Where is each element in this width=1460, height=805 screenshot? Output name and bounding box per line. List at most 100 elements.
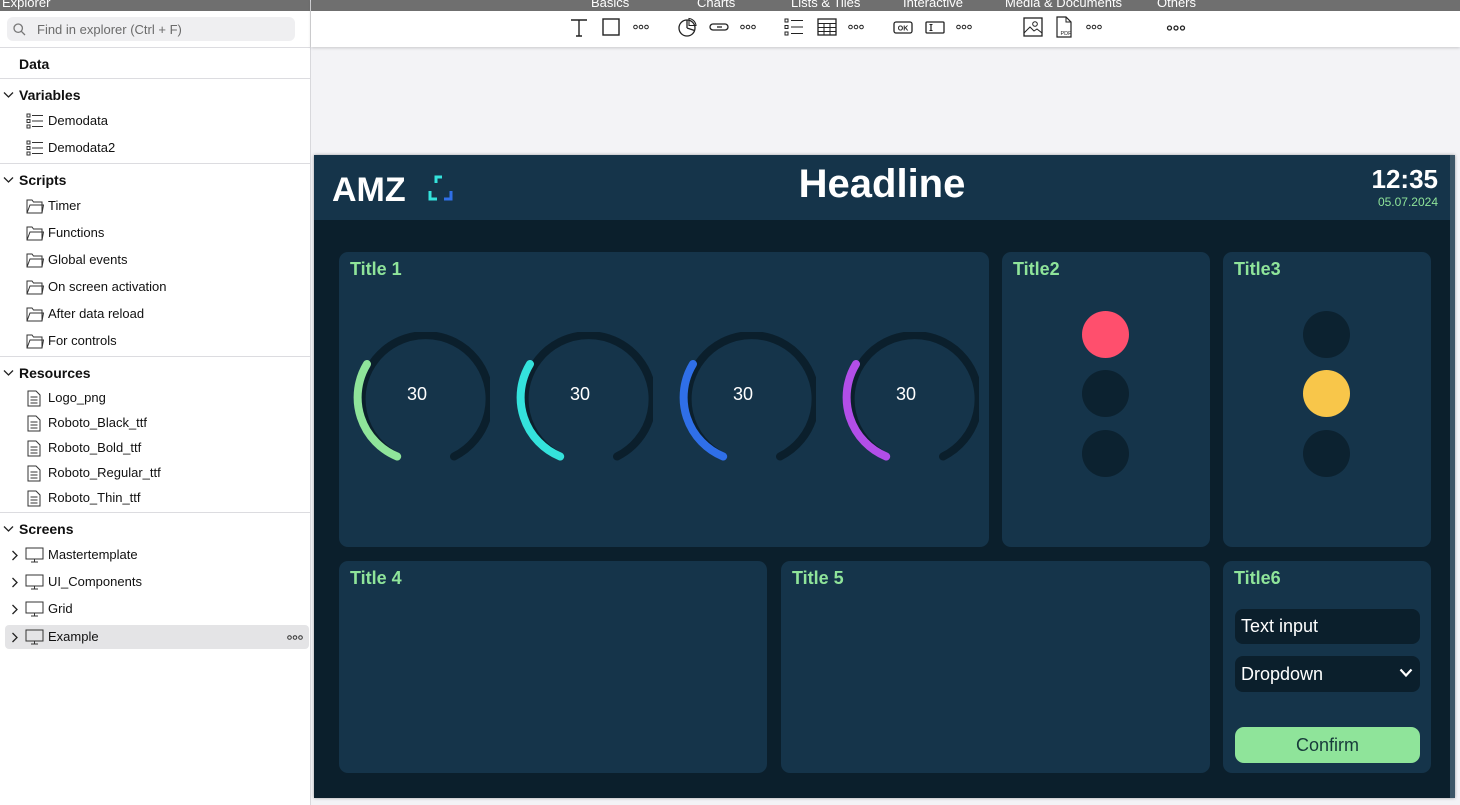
chevron-right-icon[interactable] xyxy=(11,550,19,561)
tree-item-screen-selected[interactable]: Example xyxy=(5,625,309,649)
tree-item-label: Global events xyxy=(48,252,128,267)
tree-item-label: Logo_png xyxy=(48,390,106,405)
explorer-search-input[interactable] xyxy=(37,17,287,41)
ok-button-icon: OK xyxy=(893,21,913,34)
list-icon xyxy=(784,18,803,36)
dropdown-select[interactable]: Dropdown xyxy=(1235,656,1420,692)
folder-icon xyxy=(26,253,44,268)
more-icon xyxy=(633,24,649,30)
divider xyxy=(0,47,310,48)
tree-item-script[interactable]: On screen activation xyxy=(0,275,310,299)
tree-item-label: Demodata xyxy=(48,113,108,128)
confirm-button[interactable]: Confirm xyxy=(1235,727,1420,763)
gauge: 30 xyxy=(350,332,490,472)
image-tool[interactable] xyxy=(1022,16,1044,38)
gauge-value: 30 xyxy=(895,384,917,404)
others-more-tool[interactable] xyxy=(1165,16,1187,38)
card-title-2[interactable]: Title2 xyxy=(1002,252,1210,547)
tree-item-resource[interactable]: Roboto_Thin_ttf xyxy=(0,486,310,510)
tree-item-script[interactable]: Functions xyxy=(0,221,310,245)
tree-item-resource[interactable]: Roboto_Bold_ttf xyxy=(0,436,310,460)
chevron-right-icon[interactable] xyxy=(11,577,19,588)
toolbar-group-basics: Basics xyxy=(591,0,630,10)
tree-item-script[interactable]: For controls xyxy=(0,329,310,353)
card-title-5[interactable]: Title 5 xyxy=(781,561,1210,773)
variable-list-icon xyxy=(26,113,43,129)
dashboard-header: AMZ Headline 12:35 05.07.2024 xyxy=(314,155,1450,220)
tree-item-label: Roboto_Regular_ttf xyxy=(48,465,161,480)
chevron-down-icon xyxy=(3,92,14,98)
tree-item-variable[interactable]: Demodata2 xyxy=(0,136,310,160)
lists-more-tool[interactable] xyxy=(846,16,868,38)
more-icon xyxy=(1086,24,1102,30)
data-section[interactable]: Data xyxy=(0,53,310,75)
gauge-value: 30 xyxy=(732,384,754,404)
file-icon xyxy=(27,415,41,432)
scripts-section-label: Scripts xyxy=(19,172,67,188)
gauge: 30 xyxy=(676,332,816,472)
media-more-tool[interactable] xyxy=(1084,16,1106,38)
folder-icon xyxy=(26,307,44,322)
chevron-down-icon xyxy=(3,370,14,376)
clock-time: 12:35 xyxy=(1371,164,1439,194)
divider xyxy=(0,356,310,357)
dropdown-value: Dropdown xyxy=(1241,664,1324,684)
tree-item-script[interactable]: Global events xyxy=(0,248,310,272)
pdf-tool[interactable]: PDF xyxy=(1053,16,1075,38)
table-tool[interactable] xyxy=(816,16,838,38)
card-title: Title2 xyxy=(1013,259,1060,279)
card-title-6[interactable]: Title6 Dropdown Confirm xyxy=(1223,561,1431,773)
divider xyxy=(0,78,310,79)
tree-item-resource[interactable]: Logo_png xyxy=(0,386,310,410)
pie-chart-tool[interactable] xyxy=(676,16,698,38)
tree-item-resource[interactable]: Roboto_Regular_ttf xyxy=(0,461,310,485)
resources-section-header[interactable]: Resources xyxy=(0,362,310,384)
more-icon xyxy=(1166,25,1186,31)
slider-icon xyxy=(709,23,729,31)
file-icon xyxy=(27,490,41,507)
slider-tool[interactable] xyxy=(708,16,730,38)
more-options-icon[interactable] xyxy=(287,635,303,640)
headline: Headline xyxy=(798,162,966,206)
card-title-4[interactable]: Title 4 xyxy=(339,561,767,773)
tree-item-resource[interactable]: Roboto_Black_ttf xyxy=(0,411,310,435)
basics-more-tool[interactable] xyxy=(631,16,653,38)
tree-item-screen[interactable]: Grid xyxy=(0,597,310,621)
tree-item-variable[interactable]: Demodata xyxy=(0,109,310,133)
explorer-search-box[interactable] xyxy=(7,17,295,41)
interactive-more-tool[interactable] xyxy=(954,16,976,38)
tree-item-label: After data reload xyxy=(48,306,145,321)
text-input[interactable] xyxy=(1235,609,1420,644)
tree-item-label: Demodata2 xyxy=(48,140,116,155)
toolbar-group-charts: Charts xyxy=(697,0,736,10)
variables-section-header[interactable]: Variables xyxy=(0,84,310,106)
component-toolbar: Basics Charts Lists & Tiles Interactive … xyxy=(311,0,1460,47)
text-field-icon xyxy=(925,21,945,34)
traffic-light-off xyxy=(1082,430,1129,477)
charts-more-tool[interactable] xyxy=(738,16,760,38)
tree-item-label: Functions xyxy=(48,225,105,240)
monitor-icon xyxy=(25,574,44,590)
scripts-section-header[interactable]: Scripts xyxy=(0,169,310,191)
more-icon xyxy=(956,24,972,30)
card-title: Title6 xyxy=(1234,568,1281,588)
tree-item-screen[interactable]: Mastertemplate xyxy=(0,543,310,567)
card-title-3[interactable]: Title3 xyxy=(1223,252,1431,547)
screens-section-header[interactable]: Screens xyxy=(0,518,310,540)
text-field-tool[interactable] xyxy=(924,16,946,38)
monitor-icon xyxy=(25,629,44,645)
chevron-right-icon[interactable] xyxy=(11,632,19,643)
list-tool[interactable] xyxy=(783,16,805,38)
tree-item-label: Grid xyxy=(48,601,73,616)
tree-item-screen[interactable]: UI_Components xyxy=(0,570,310,594)
tree-item-script[interactable]: Timer xyxy=(0,194,310,218)
tree-item-script[interactable]: After data reload xyxy=(0,302,310,326)
card-title-1[interactable]: Title 1 30 30 30 30 xyxy=(339,252,989,547)
card-title: Title3 xyxy=(1234,259,1281,279)
button-tool[interactable]: OK xyxy=(892,16,914,38)
chevron-right-icon[interactable] xyxy=(11,604,19,615)
card-title: Title 5 xyxy=(792,568,844,588)
text-tool[interactable] xyxy=(568,16,590,38)
rectangle-tool[interactable] xyxy=(600,16,622,38)
screen-canvas[interactable]: AMZ Headline 12:35 05.07.2024 Title 1 30… xyxy=(314,155,1455,798)
